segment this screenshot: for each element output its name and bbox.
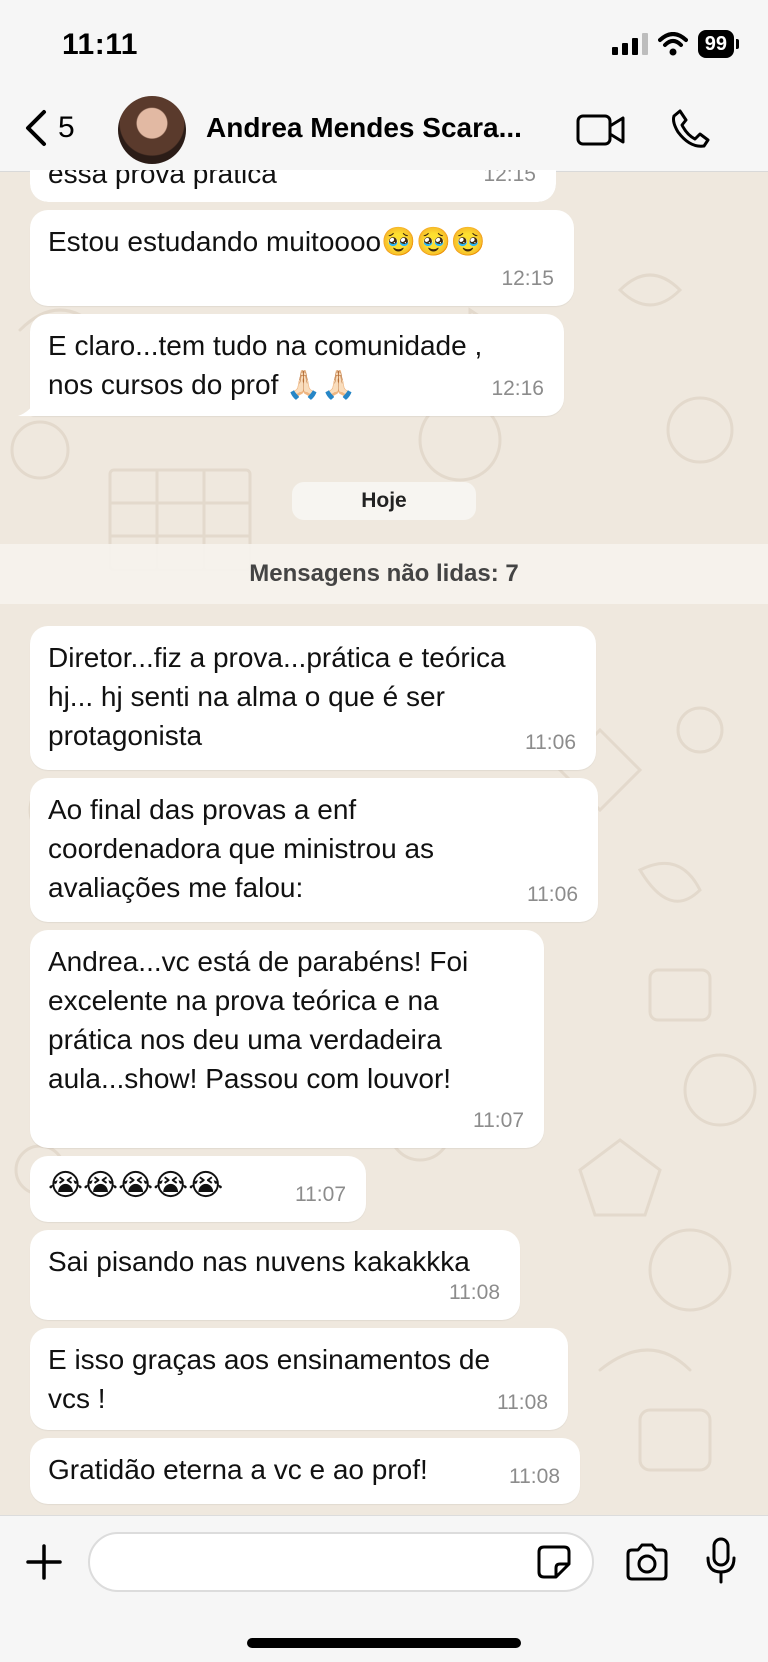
plus-icon (26, 1544, 62, 1580)
phone-icon (672, 109, 710, 148)
status-time: 11:11 (62, 28, 138, 61)
message-bubble[interactable]: Ao final das provas a enf coordenadora q… (30, 778, 598, 922)
microphone-icon (706, 1537, 736, 1584)
message-time: 11:06 (525, 731, 576, 754)
voice-call-button[interactable] (670, 108, 710, 155)
unread-chats-count: 5 (58, 111, 75, 144)
contact-name[interactable]: Andrea Mendes Scara... (206, 112, 522, 144)
unread-messages-banner: Mensagens não lidas: 7 (0, 544, 768, 604)
message-text: Estou estudando muitoooo🥹🥹🥹 (48, 226, 486, 257)
message-time: 12:16 (491, 377, 544, 400)
message-text: Andrea...vc está de parabéns! Foi excele… (48, 946, 469, 1094)
message-bubble[interactable]: E isso graças aos ensinamentos de vcs ! … (30, 1328, 568, 1430)
message-bubble[interactable]: 😭😭😭😭😭 11:07 (30, 1156, 366, 1222)
camera-button[interactable] (624, 1542, 670, 1587)
sticker-icon (537, 1545, 571, 1579)
wifi-icon (657, 32, 688, 56)
bubble-tail (18, 398, 38, 416)
attach-button[interactable] (24, 1542, 64, 1587)
status-icons: 99 (611, 30, 740, 58)
message-text: Sai pisando nas nuvens kakakkka (48, 1246, 470, 1277)
video-call-button[interactable] (576, 112, 626, 153)
message-time: 11:07 (295, 1183, 346, 1206)
voice-message-button[interactable] (704, 1536, 738, 1591)
message-text: E isso graças aos ensinamentos de vcs ! (48, 1344, 491, 1414)
chat-header: 5 Andrea Mendes Scara... (0, 90, 768, 172)
signal-icon (611, 33, 648, 55)
message-time: 12:15 (501, 267, 554, 290)
message-time: 11:08 (449, 1281, 500, 1304)
message-bubble[interactable]: Diretor...fiz a prova...prática e teóric… (30, 626, 596, 770)
message-text: E claro...tem tudo na comunidade , nos c… (48, 330, 483, 400)
message-bubble[interactable]: Sai pisando nas nuvens kakakkka 11:08 (30, 1230, 520, 1320)
message-time: 11:06 (527, 883, 578, 906)
message-time: 11:07 (473, 1109, 524, 1132)
chevron-left-icon (26, 110, 46, 146)
message-text: Gratidão eterna a vc e ao prof! (48, 1454, 428, 1485)
contact-avatar[interactable] (118, 96, 186, 164)
status-bar: 11:11 99 (0, 0, 768, 90)
message-input[interactable] (88, 1532, 594, 1592)
message-text: Diretor...fiz a prova...prática e teóric… (48, 642, 506, 751)
date-separator: Hoje (292, 482, 476, 520)
video-camera-icon (576, 114, 625, 146)
message-time: 11:08 (497, 1391, 548, 1414)
message-text: Ao final das provas a enf coordenadora q… (48, 794, 435, 903)
back-button[interactable]: 5 (22, 108, 75, 148)
battery-indicator: 99 (697, 30, 740, 58)
message-time: 11:08 (509, 1465, 560, 1488)
message-bubble[interactable]: E claro...tem tudo na comunidade , nos c… (30, 314, 564, 416)
sticker-button[interactable] (536, 1544, 572, 1585)
home-indicator (247, 1638, 521, 1648)
message-bubble[interactable]: Andrea...vc está de parabéns! Foi excele… (30, 930, 544, 1148)
message-bubble[interactable]: Gratidão eterna a vc e ao prof! 11:08 (30, 1438, 580, 1504)
camera-icon (626, 1543, 668, 1581)
message-bubble[interactable]: Estou estudando muitoooo🥹🥹🥹 12:15 (30, 210, 574, 306)
